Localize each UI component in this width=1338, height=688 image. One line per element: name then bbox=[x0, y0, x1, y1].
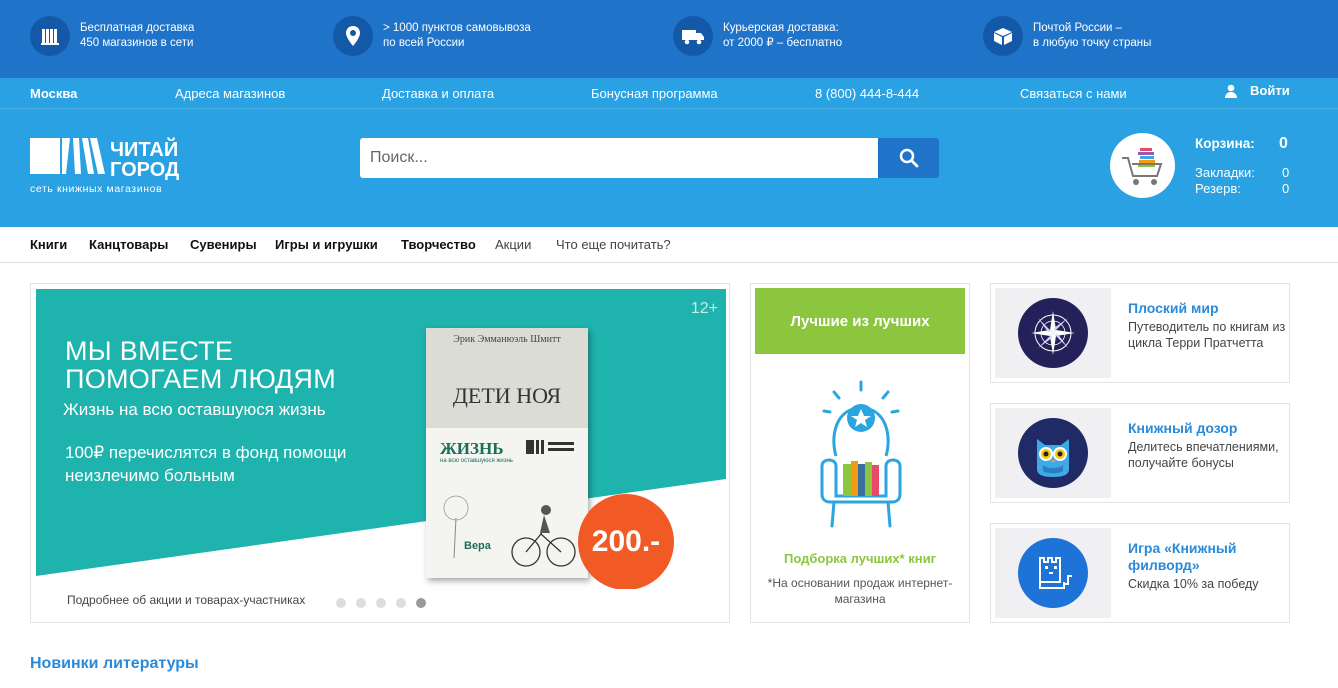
topbar-line2: от 2000 ₽ – бесплатно bbox=[723, 37, 843, 49]
search-input[interactable] bbox=[360, 138, 879, 178]
age-rating: 12+ bbox=[690, 300, 718, 317]
promo-title[interactable]: Плоский мир bbox=[1128, 300, 1288, 317]
nav-link-phone[interactable]: 8 (800) 444-8-444 bbox=[815, 86, 919, 101]
promo-card-fillword[interactable]: Игра «Книжный филворд» Скидка 10% за поб… bbox=[990, 523, 1290, 623]
category-books[interactable]: Книги bbox=[30, 237, 67, 252]
topbar-line1: Курьерская доставка: bbox=[723, 22, 839, 34]
nav-link-bonus[interactable]: Бонусная программа bbox=[591, 86, 718, 101]
slider-dot[interactable] bbox=[356, 598, 366, 608]
slider-dot[interactable] bbox=[396, 598, 406, 608]
logo-text-2: ГОРОД bbox=[110, 159, 179, 180]
search-icon bbox=[899, 148, 918, 168]
banner-text: 100₽ перечислятся в фонд помощи неизлечи… bbox=[65, 443, 347, 485]
topbar-line2: по всей России bbox=[383, 37, 465, 49]
best-title[interactable]: Подборка лучших* книг bbox=[751, 551, 969, 566]
slider-dot[interactable] bbox=[336, 598, 346, 608]
banner-slide[interactable]: 12+ МЫ ВМЕСТЕ ПОМОГАЕМ ЛЮДЯМ Жизнь на вс… bbox=[36, 289, 726, 589]
promo-desc: Путеводитель по книгам из цикла Терри Пр… bbox=[1128, 320, 1286, 350]
banner-heading: МЫ ВМЕСТЕ ПОМОГАЕМ ЛЮДЯМ bbox=[65, 337, 336, 393]
user-icon bbox=[1225, 84, 1237, 98]
armchair-star-icon bbox=[820, 380, 902, 528]
city-selector[interactable]: Москва bbox=[30, 86, 77, 101]
promo-banner[interactable]: 12+ МЫ ВМЕСТЕ ПОМОГАЕМ ЛЮДЯМ Жизнь на вс… bbox=[30, 283, 730, 623]
main-nav: Москва Адреса магазинов Доставка и оплат… bbox=[0, 78, 1338, 109]
cart-button[interactable] bbox=[1110, 133, 1175, 198]
bookshelf-icon bbox=[30, 16, 70, 56]
cart-label[interactable]: Корзина: bbox=[1195, 136, 1255, 151]
promo-card-discworld[interactable]: Плоский мир Путеводитель по книгам из ци… bbox=[990, 283, 1290, 383]
topbar-item-post[interactable]: Почтой России – в любую точку страны bbox=[983, 16, 1151, 56]
banner-heading-line2: ПОМОГАЕМ ЛЮДЯМ bbox=[65, 364, 337, 394]
book-illustration bbox=[443, 495, 576, 567]
category-menu: Книги Канцтовары Сувениры Игры и игрушки… bbox=[0, 227, 1338, 263]
category-creativity[interactable]: Творчество bbox=[401, 237, 476, 252]
compass-icon bbox=[1018, 298, 1088, 368]
price-badge: 200.- bbox=[578, 494, 674, 589]
best-books-card[interactable]: Лучшие из лучших Подборка лучших* книг *… bbox=[750, 283, 970, 623]
owl-icon bbox=[1018, 418, 1088, 488]
promo-title[interactable]: Игра «Книжный филворд» bbox=[1128, 540, 1288, 574]
new-books-heading[interactable]: Новинки литературы bbox=[30, 655, 199, 673]
bookmarks-label[interactable]: Закладки: bbox=[1195, 165, 1255, 180]
book-fund-name: Вера bbox=[464, 540, 491, 552]
banner-heading-line1: МЫ ВМЕСТЕ bbox=[65, 336, 234, 366]
promo-desc: Делитесь впечатлениями, получайте бонусы bbox=[1128, 440, 1279, 470]
banner-subtitle: Жизнь на всю оставшуюся жизнь bbox=[63, 400, 326, 419]
topbar-line1: Бесплатная доставка bbox=[80, 22, 195, 34]
reserve-count: 0 bbox=[1282, 181, 1290, 196]
book-subtitle: ЖИЗНЬ bbox=[440, 439, 504, 458]
site-logo[interactable]: ЧИТАЙ ГОРОД bbox=[30, 136, 230, 206]
topbar-item-courier[interactable]: Курьерская доставка: от 2000 ₽ – бесплатн… bbox=[673, 16, 842, 56]
login-label: Войти bbox=[1250, 83, 1290, 98]
topbar-item-free-delivery[interactable]: Бесплатная доставка 450 магазинов в сети bbox=[30, 16, 194, 56]
best-header: Лучшие из лучших bbox=[755, 288, 965, 354]
promo-image bbox=[995, 528, 1111, 618]
category-games[interactable]: Игры и игрушки bbox=[275, 237, 378, 252]
topbar-item-pickup[interactable]: > 1000 пунктов самовывоза по всей России bbox=[333, 16, 531, 56]
publisher-logo bbox=[526, 440, 574, 454]
bookmarks-count: 0 bbox=[1282, 165, 1290, 180]
category-promotions[interactable]: Акции bbox=[495, 237, 531, 252]
promo-card-book-watch[interactable]: Книжный дозор Делитесь впечатлениями, по… bbox=[990, 403, 1290, 503]
book-subtitle-2: на всю оставшуюся жизнь bbox=[440, 458, 513, 464]
category-what-to-read[interactable]: Что еще почитать? bbox=[556, 237, 671, 252]
search-button[interactable] bbox=[878, 138, 939, 178]
category-souvenirs[interactable]: Сувениры bbox=[190, 237, 257, 252]
pixel-cat-icon bbox=[1018, 538, 1088, 608]
book-title: ДЕТИ НОЯ bbox=[452, 383, 562, 408]
topbar-line1: > 1000 пунктов самовывоза bbox=[383, 22, 531, 34]
banner-more-link[interactable]: Подробнее об акции и товарах-участниках bbox=[67, 593, 305, 607]
best-note: *На основании продаж интернет-магазина bbox=[767, 576, 953, 606]
truck-icon bbox=[673, 16, 713, 56]
promo-desc: Скидка 10% за победу bbox=[1128, 577, 1259, 591]
parcel-icon bbox=[983, 16, 1023, 56]
login-button[interactable]: Войти bbox=[1224, 83, 1290, 98]
logo-mark: ЧИТАЙ ГОРОД bbox=[30, 137, 179, 181]
promo-image bbox=[995, 288, 1111, 378]
promo-title[interactable]: Книжный дозор bbox=[1128, 420, 1288, 437]
slider-dot-active[interactable] bbox=[416, 598, 426, 608]
location-pin-icon bbox=[333, 16, 373, 56]
topbar-line2: в любую точку страны bbox=[1033, 37, 1152, 49]
book-cover[interactable]: Эрик Эмманюэль Шмитт ДЕТИ НОЯ ЖИЗНЬ на в… bbox=[426, 328, 588, 578]
nav-link-stores[interactable]: Адреса магазинов bbox=[175, 86, 285, 101]
book-author: Эрик Эмманюэль Шмитт bbox=[453, 334, 561, 345]
logo-subtitle: сеть книжных магазинов bbox=[30, 183, 163, 195]
cart-count: 0 bbox=[1279, 135, 1288, 152]
category-stationery[interactable]: Канцтовары bbox=[89, 237, 168, 252]
reserve-label[interactable]: Резерв: bbox=[1195, 181, 1241, 196]
logo-text-1: ЧИТАЙ bbox=[110, 137, 178, 161]
slider-dot[interactable] bbox=[376, 598, 386, 608]
nav-link-contact[interactable]: Связаться с нами bbox=[1020, 86, 1127, 101]
promo-image bbox=[995, 408, 1111, 498]
top-info-bar: Бесплатная доставка 450 магазинов в сети … bbox=[0, 0, 1338, 78]
topbar-line1: Почтой России – bbox=[1033, 22, 1123, 34]
nav-link-delivery[interactable]: Доставка и оплата bbox=[382, 86, 494, 101]
site-header: ЧИТАЙ ГОРОД сеть книжных магазинов Корзи… bbox=[0, 109, 1338, 227]
topbar-line2: 450 магазинов в сети bbox=[80, 37, 194, 49]
cart-icon bbox=[1121, 147, 1162, 185]
